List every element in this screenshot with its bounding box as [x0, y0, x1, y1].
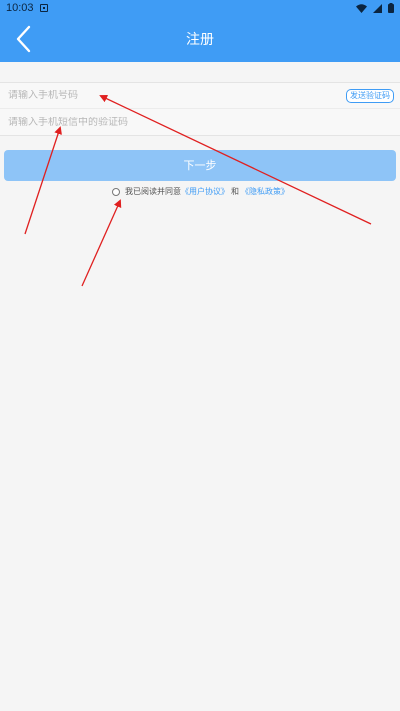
agree-radio[interactable]: [112, 187, 120, 196]
battery-icon: [388, 3, 394, 13]
privacy-policy-link[interactable]: 《隐私政策》: [241, 186, 289, 197]
page-title: 注册: [186, 31, 214, 47]
code-row: [0, 109, 400, 135]
annotation-arrow: [81, 199, 122, 287]
status-time: 10:03: [6, 2, 34, 14]
verification-code-input[interactable]: [8, 116, 328, 128]
user-agreement-link[interactable]: 《用户协议》: [181, 186, 229, 197]
wifi-icon: [356, 3, 367, 13]
header-bar: 注册: [0, 16, 400, 62]
phone-input[interactable]: [8, 90, 328, 101]
agreement-row: 我已阅读并同意 《用户协议》 和 《隐私政策》: [112, 186, 289, 197]
next-step-button[interactable]: 下一步: [4, 150, 396, 181]
register-form: 发送验证码: [0, 82, 400, 136]
status-bar: 10:03: [0, 0, 400, 16]
agreement-and: 和: [231, 187, 239, 196]
agreement-prefix: 我已阅读并同意: [125, 187, 181, 196]
phone-row: 发送验证码: [0, 83, 400, 109]
send-code-button[interactable]: 发送验证码: [346, 89, 394, 103]
notification-icon: [39, 4, 48, 12]
signal-icon: [373, 3, 382, 13]
annotation-arrow: [24, 126, 62, 235]
